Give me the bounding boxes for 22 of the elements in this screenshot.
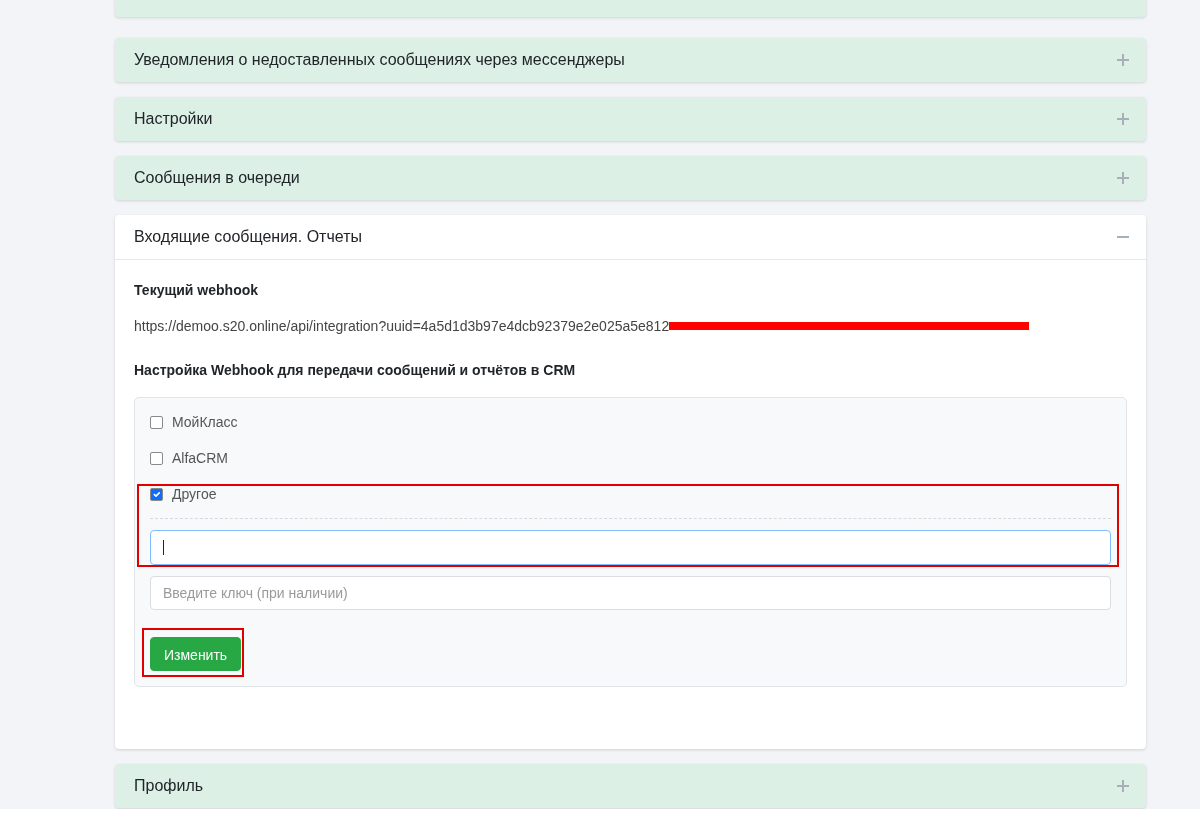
option-label[interactable]: МойКласс: [172, 412, 238, 432]
accordion-header[interactable]: Входящие сообщения. Отчеты: [115, 215, 1146, 260]
plus-icon: [1117, 780, 1129, 792]
accordion-header[interactable]: Настройки: [115, 97, 1146, 141]
accordion-header[interactable]: Сообщения в очереди: [115, 156, 1146, 200]
section-heading: Настройка Webhook для передачи сообщений и отчётов в CRM: [134, 361, 577, 380]
text-cursor-icon: [163, 540, 164, 555]
option-label[interactable]: Другое: [172, 484, 217, 504]
webhook-url: https://demoo.s20.online/api/integration?uuid=4a5d1d3b97e4dcb92379e2e025a5e812: [134, 317, 670, 336]
checkbox[interactable]: [150, 451, 163, 465]
minus-icon: [1117, 235, 1129, 239]
plus-icon: [1117, 172, 1129, 184]
plus-icon: [1117, 54, 1129, 66]
plus-icon: [1117, 113, 1129, 125]
section-label: Текущий webhook: [134, 281, 260, 300]
checkbox[interactable]: [150, 487, 163, 501]
checkbox[interactable]: [150, 415, 163, 429]
accordion-header[interactable]: Профиль: [115, 764, 1146, 808]
accordion-header[interactable]: Уведомления о недоставленных сообщениях через мессенджеры: [115, 38, 1146, 82]
key-input-field[interactable]: Введите ключ (при наличии): [150, 576, 1111, 610]
option-label[interactable]: AlfaCRM: [172, 448, 228, 468]
url-input-field[interactable]: [150, 530, 1111, 565]
